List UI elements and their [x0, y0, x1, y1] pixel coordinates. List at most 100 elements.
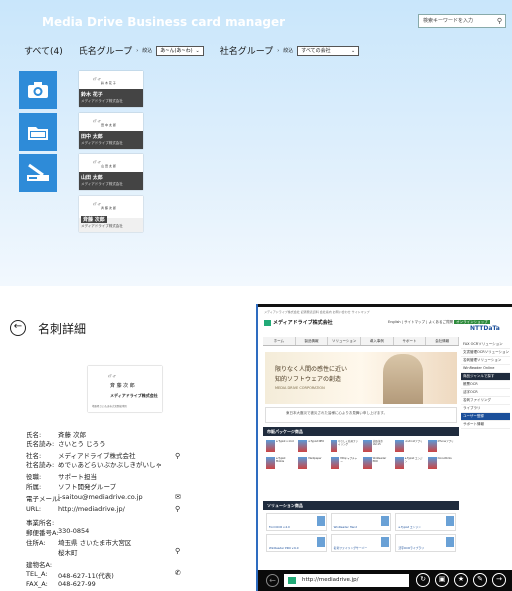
- sidebar-link[interactable]: 帳票OCR: [461, 381, 510, 389]
- hero-line-1: 限りなく人間の感性に近い: [275, 366, 348, 373]
- sidebar-link[interactable]: サポート情報: [461, 421, 510, 429]
- product-item[interactable]: WinReader PRO: [363, 457, 391, 471]
- solution-link[interactable]: WinReader Hand: [334, 525, 357, 529]
- product-item[interactable]: Medipaper: [298, 457, 326, 471]
- phone-icon[interactable]: ✆: [175, 569, 181, 577]
- site-nav-item[interactable]: 導入事例: [361, 337, 394, 345]
- field-label: 所属:: [26, 483, 42, 491]
- card-thumbnail[interactable]: ﾒﾃﾞｨｱ 斉 藤 次 郎 斉藤 次郎 メディアドライブ株式会社: [79, 196, 143, 232]
- ntt-logo[interactable]: NTTDaTa: [470, 325, 500, 332]
- solution-item[interactable]: e.Typist エンジン: [395, 513, 456, 531]
- address-bar[interactable]: http://mediadrive.jp/: [284, 574, 409, 587]
- link-english[interactable]: English: [388, 320, 401, 324]
- search-icon[interactable]: ⚲: [175, 547, 180, 555]
- site-nav-item[interactable]: ソリューション: [328, 337, 362, 345]
- sidebar-heading[interactable]: ユーザー登録: [461, 413, 510, 421]
- product-box-image: [395, 457, 404, 469]
- product-box-image: [427, 440, 437, 452]
- search-icon[interactable]: ⚲: [175, 505, 180, 513]
- product-box-image: [363, 440, 372, 452]
- sidebar-link[interactable]: 名刺管理ソリューション: [461, 357, 510, 365]
- site-nav-item[interactable]: ホーム: [263, 337, 296, 345]
- filter-company-group[interactable]: 社名グループ: [220, 44, 273, 57]
- arrow-left-icon: ←: [13, 321, 23, 332]
- card-thumbnail[interactable]: ﾒﾃﾞｨｱ 鈴 木 花 子 鈴木 花子 メディアドライブ株式会社: [79, 71, 143, 107]
- browser-back-button[interactable]: ←: [266, 574, 279, 587]
- solution-link[interactable]: WinReader PRO v.6.0: [269, 546, 299, 550]
- scanner-button[interactable]: [19, 154, 57, 192]
- product-item[interactable]: e.Typist NEO: [298, 440, 326, 454]
- search-icon[interactable]: ⚲: [175, 452, 180, 460]
- field-row: FAX_A: 048-627-99: [26, 580, 96, 588]
- solution-link[interactable]: 活字OCRライブラリ: [398, 546, 424, 550]
- link-faq[interactable]: よくあるご質問: [428, 320, 453, 324]
- field-value: めでぃあどらいぶかぶしきがいしゃ: [58, 461, 162, 469]
- forward-button[interactable]: →: [492, 573, 506, 587]
- camera-button[interactable]: [19, 71, 57, 109]
- field-label: [26, 547, 58, 557]
- link-online-shop[interactable]: オンラインショップ: [454, 320, 490, 324]
- sidebar-link[interactable]: FAX OCRソリューション: [461, 341, 510, 349]
- product-item[interactable]: やさしく名刺ファイリング: [330, 440, 359, 454]
- link-sitemap[interactable]: サイトマップ: [404, 320, 425, 324]
- card-thumbnail[interactable]: ﾒﾃﾞｨｱ 山 田 太 郎 山田 太郎 メディアドライブ株式会社: [79, 154, 143, 190]
- field-row: 郵便番号A: 330-0854: [26, 527, 89, 537]
- notice-box: 東日本大震災で被災された皆様に心よりお見舞い申し上げます。: [265, 407, 457, 423]
- field-row: 事業所名:: [26, 517, 58, 527]
- product-item[interactable]: MDキャプチャー: [330, 457, 359, 471]
- product-name: e.Typist v.14.0: [276, 440, 294, 443]
- filter-name-group[interactable]: 氏名グループ: [79, 44, 132, 57]
- folder-icon: [28, 126, 48, 140]
- sidebar-link[interactable]: 文書管理OCRソリューション: [461, 349, 510, 357]
- search-icon[interactable]: ⚲: [497, 15, 502, 27]
- site-nav-item[interactable]: サポート: [394, 337, 427, 345]
- field-label: 氏名読み:: [26, 440, 55, 448]
- tabs-button[interactable]: ▣: [435, 573, 449, 587]
- name-group-select[interactable]: あ~ん(あ~わ) ⌄: [156, 45, 204, 56]
- sidebar-link[interactable]: ライブラリ: [461, 405, 510, 413]
- site-logo[interactable]: メディアドライブ株式会社: [264, 319, 333, 326]
- product-item[interactable]: Androidアプリ: [395, 440, 423, 454]
- hero-banner[interactable]: 限りなく人間の感性に近い 知的ソフトウェアの創造 MEDIA DRIVE COR…: [265, 352, 457, 404]
- solution-item[interactable]: 名刺ファイリングサーバー: [330, 534, 392, 552]
- product-item[interactable]: e.Typist Mobile: [266, 457, 294, 471]
- solution-item[interactable]: FormOCR v.4.0: [266, 513, 327, 531]
- solution-link[interactable]: FormOCR v.4.0: [269, 525, 290, 529]
- card-name-label: 斉藤 次郎: [81, 216, 107, 223]
- sidebar-link[interactable]: WinReader Online: [461, 365, 510, 373]
- product-item[interactable]: e.Typist v.14.0: [266, 440, 294, 454]
- solution-item[interactable]: 活字OCRライブラリ: [395, 534, 456, 552]
- back-button[interactable]: ←: [10, 320, 26, 336]
- refresh-button[interactable]: ↻: [416, 573, 430, 587]
- field-row: TEL_A: 048-627-11(代表): [26, 570, 114, 580]
- product-item[interactable]: DocuWorks: [427, 457, 456, 471]
- field-label: 電子メール:: [26, 495, 61, 503]
- sidebar-link[interactable]: 活字OCR: [461, 389, 510, 397]
- solutions-header: ソリューション商品: [263, 501, 459, 510]
- company-group-select[interactable]: すべての会社 ⌄: [297, 45, 360, 56]
- solution-link[interactable]: 名刺ファイリングサーバー: [334, 546, 368, 550]
- search-input[interactable]: 検索キーワードを入力 ⚲: [418, 14, 506, 28]
- field-row: 電子メール: j-saitou@mediadrive.co.jp: [26, 493, 143, 503]
- solution-link[interactable]: e.Typist エンジン: [398, 525, 421, 529]
- site-header-text: メディアドライブ株式会社 記者発表資料 会社案内 お問い合わせ サイトマップ: [264, 310, 370, 314]
- card-preview[interactable]: ﾒﾃﾞｨｱ 斉 藤 次 郎 メディアドライブ株式会社 埼玉県さいたま市大宮区桜木…: [88, 366, 162, 412]
- product-item[interactable]: 読取革命 Ver.15: [363, 440, 391, 454]
- product-item[interactable]: e.Typist エンジン: [395, 457, 423, 471]
- product-item[interactable]: iPhoneアプリ: [427, 440, 456, 454]
- field-value: 048-627-99: [58, 580, 96, 588]
- card-list-screen: Media Drive Business card manager 検索キーワー…: [0, 0, 512, 286]
- card-thumbnail[interactable]: ﾒﾃﾞｨｱ 田 中 太 郎 田中 太郎 メディアドライブ株式会社: [79, 113, 143, 149]
- favorites-button[interactable]: ★: [454, 573, 468, 587]
- sidebar-link[interactable]: 名刺ファイリング: [461, 397, 510, 405]
- site-nav-item[interactable]: 製品情報: [296, 337, 329, 345]
- product-box-image: [363, 457, 372, 469]
- filter-all[interactable]: すべて(4): [24, 44, 63, 57]
- solution-item[interactable]: WinReader Hand: [330, 513, 392, 531]
- solution-item[interactable]: WinReader PRO v.6.0: [266, 534, 327, 552]
- folder-button[interactable]: [19, 113, 57, 151]
- site-nav-item[interactable]: 会社情報: [426, 337, 460, 345]
- card-name-line: 山 田 太 郎: [101, 164, 116, 168]
- tools-button[interactable]: ✎: [473, 573, 487, 587]
- mail-icon[interactable]: ✉: [175, 493, 181, 501]
